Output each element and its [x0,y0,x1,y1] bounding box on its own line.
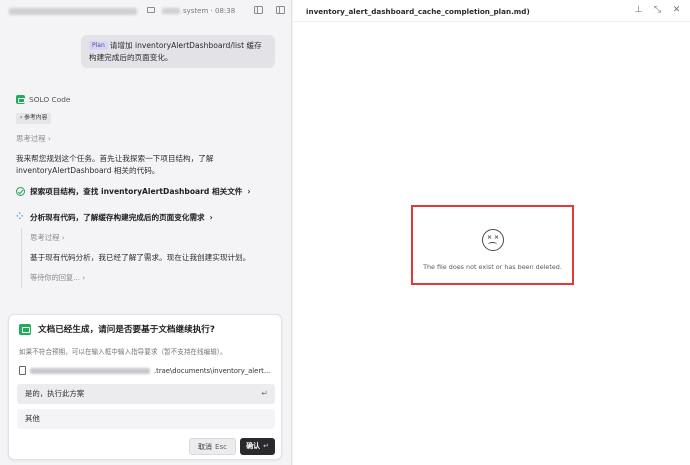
confirm-button[interactable]: 确认 ↵ [240,438,275,455]
waiting-reply[interactable]: 等待你的回复... › [30,273,85,283]
step-explore-label: 探索项目结构，查找 inventoryAlertDashboard 相关文件 [30,187,243,196]
confirm-card-title: 文档已经生成，请问是否要基于文档继续执行? [38,325,215,335]
solo-logo-icon [16,95,25,104]
solo-logo-icon [19,323,31,335]
reference-toggle[interactable]: › 参考内容 [16,113,52,124]
confirm-card-header: 文档已经生成，请问是否要基于文档继续执行? [19,323,215,335]
document-link[interactable]: .trae\documents\inventory_alert... [19,366,270,375]
cancel-button[interactable]: 取消 Esc [189,438,236,455]
plan-tag: Plan [89,41,108,50]
sad-face-icon: × × [482,229,504,251]
step-analyze-label: 分析现有代码，了解缓存构建完成后的页面变化需求 [30,213,205,222]
agent-intro-text: 我来帮您规划这个任务。首先让我探索一下项目结构，了解 inventoryAler… [16,154,214,175]
chevron-right-icon: › [247,187,251,196]
close-icon[interactable]: ✕ [672,6,681,15]
file-name: inventory_alert_dashboard_cache_completi… [306,7,530,16]
option-other[interactable]: 其他 [17,409,275,429]
agent-label: SOLO Code [16,94,70,105]
error-highlight: × × The file does not exist or has been d… [411,205,574,285]
document-icon [19,366,26,375]
enter-key-icon: ↵ [261,389,268,398]
confirm-card: 文档已经生成，请问是否要基于文档继续执行? 如果不符合预期，可以在输入框中输入指… [8,314,282,460]
option-execute-plan[interactable]: 是的，执行此方案 ↵ [17,384,275,404]
sidebar-toggle-icon[interactable] [254,6,263,14]
user-message: Plan 请增加 inventoryAlertDashboard/list 缓存构… [81,35,275,68]
step-details: 思考过程 › 基于现有代码分析，我已经了解了需求。现在让我创建实现计划。 等待你… [21,228,276,288]
step-explore[interactable]: 探索项目结构，查找 inventoryAlertDashboard 相关文件 › [16,186,251,197]
step-thinking-toggle[interactable]: 思考过程 › [30,232,65,243]
document-path: .trae\documents\inventory_alert... [154,366,271,375]
folder-icon [147,7,155,13]
confirm-card-hint: 如果不符合预期，可以在输入框中输入指导要求（暂不支持在线编辑）。 [19,348,227,356]
file-preview-panel: inventory_alert_dashboard_cache_completi… [293,0,690,465]
step-result-text: 基于现有代码分析，我已经了解了需求。现在让我创建实现计划。 [30,253,251,262]
step-analyze[interactable]: ⁘ 分析现有代码，了解缓存构建完成后的页面变化需求 › [16,212,213,223]
check-circle-icon [16,187,25,196]
redacted-session-title [9,8,137,15]
project-time: system · 08:38 [183,7,236,15]
option-other-label: 其他 [25,414,40,423]
agent-name: SOLO Code [29,95,71,104]
file-missing-message: The file does not exist or has been dele… [423,263,562,271]
chat-header: system · 08:38 [0,0,292,22]
redacted-path [30,367,150,374]
header-divider [293,21,690,22]
pin-icon[interactable]: ⊥ [634,6,643,15]
redacted-project-name [162,8,180,14]
chevron-right-icon: › [209,213,213,222]
panel-layout-icon[interactable] [276,6,285,14]
option-execute-label: 是的，执行此方案 [25,389,85,398]
chat-panel: system · 08:38 Plan 请增加 inventoryAlertDas… [0,0,292,465]
expand-icon[interactable]: ⤡ [653,6,662,15]
user-message-text: 请增加 inventoryAlertDashboard/list 缓存构建完成后… [89,41,262,62]
thinking-toggle[interactable]: 思考过程 › [16,133,51,144]
loading-sparkle-icon: ⁘ [16,212,24,222]
